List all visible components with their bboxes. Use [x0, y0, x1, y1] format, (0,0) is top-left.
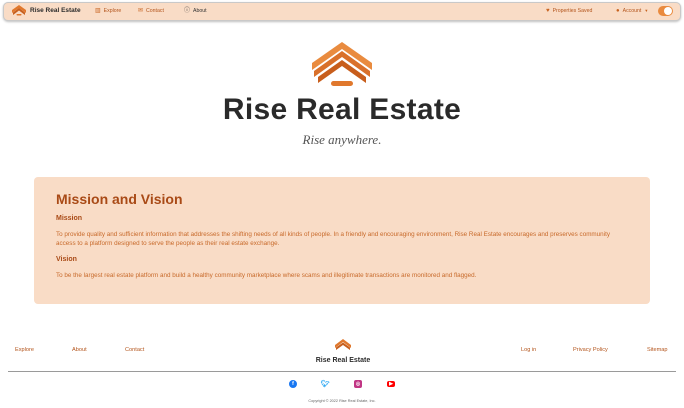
theme-toggle[interactable]: [658, 6, 673, 16]
hero-tagline: Rise anywhere.: [302, 132, 382, 147]
footer-link-about[interactable]: About: [72, 347, 87, 353]
mission-label: Mission: [56, 215, 83, 222]
nav-brand-name: Rise Real Estate: [30, 7, 81, 14]
youtube-icon[interactable]: ▶: [387, 381, 395, 387]
info-icon: ⓘ: [184, 8, 191, 14]
footer-link-sitemap[interactable]: Sitemap: [647, 347, 668, 353]
vision-label: Vision: [56, 256, 77, 263]
toggle-knob: [664, 7, 672, 15]
nav-properties-saved[interactable]: ♥ Properties Saved: [546, 8, 592, 14]
nav-about-label: About: [193, 8, 207, 14]
house-logo-icon: [12, 5, 26, 16]
nav-explore-label: Explore: [103, 8, 122, 14]
vision-text: To be the largest real estate platform a…: [56, 272, 477, 279]
footer-link-login[interactable]: Log in: [521, 347, 536, 353]
facebook-icon[interactable]: f: [289, 380, 297, 388]
nav-properties-saved-label: Properties Saved: [552, 8, 593, 14]
mission-vision-heading: Mission and Vision: [56, 191, 183, 207]
building-icon: ▥: [95, 8, 101, 14]
nav-about[interactable]: ⓘ About: [184, 8, 207, 14]
footer-divider: [8, 371, 676, 372]
nav-contact[interactable]: ✉ Contact: [138, 8, 164, 14]
footer-brand-name: Rise Real Estate: [315, 357, 371, 364]
heart-icon: ♥: [546, 8, 550, 14]
nav-contact-label: Contact: [146, 8, 164, 14]
instagram-icon[interactable]: ◎: [354, 380, 362, 388]
caret-down-icon: ▼: [644, 8, 649, 13]
social-links: f 🐦︎ ◎ ▶: [288, 380, 398, 390]
footer-brand[interactable]: Rise Real Estate: [313, 338, 373, 364]
mail-icon: ✉: [138, 8, 144, 14]
mission-text: To provide quality and sufficient inform…: [56, 231, 610, 247]
footer-link-privacy[interactable]: Privacy Policy: [573, 347, 608, 353]
copyright-text: Copyright © 2022 Rise Real Estate, Inc.: [308, 399, 376, 403]
hero-title: Rise Real Estate: [222, 93, 462, 126]
user-icon: ●: [616, 8, 620, 14]
twitter-icon[interactable]: 🐦︎: [321, 380, 330, 388]
footer-link-explore[interactable]: Explore: [15, 347, 34, 353]
nav-explore[interactable]: ▥ Explore: [95, 8, 121, 14]
nav-account-dropdown[interactable]: ● Account ▼: [616, 8, 648, 14]
top-navbar: Rise Real Estate ▥ Explore ✉ Contact ⓘ A…: [3, 2, 681, 21]
nav-account-label: Account: [622, 8, 642, 14]
mission-vision-card: Mission and Vision Mission To provide qu…: [34, 177, 650, 304]
footer-link-contact[interactable]: Contact: [125, 347, 144, 353]
house-logo-icon: [335, 339, 351, 350]
house-logo-icon: [312, 42, 372, 86]
nav-brand[interactable]: Rise Real Estate: [12, 5, 81, 16]
